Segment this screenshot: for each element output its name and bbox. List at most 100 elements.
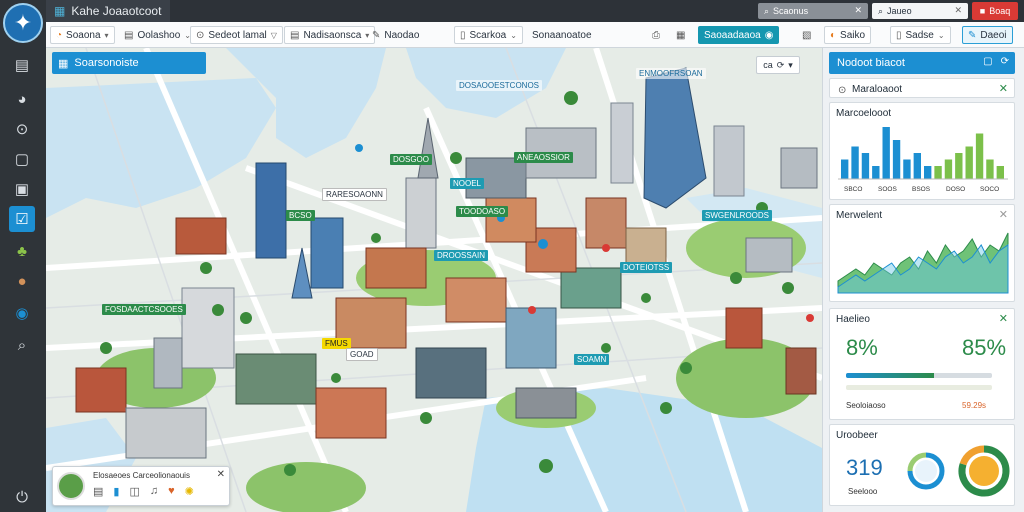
map-label[interactable]: ENMOOFRSOAN [636,68,706,79]
map-label[interactable]: DOSAOOESTCONOS [456,80,543,91]
progress-bar [846,373,992,378]
layers-icon[interactable]: ▤ [9,52,35,78]
toolbar-teal-button[interactable]: Saoaadaaoa ◉ [698,26,780,44]
map-label[interactable]: FOSDAACTCSOOES [102,304,186,315]
music-icon[interactable]: ♫ [150,485,158,498]
bar [955,153,963,179]
toolbar-label: Naodao [384,29,420,41]
bar [924,166,932,179]
toolbar-label: Oolashoo [137,29,181,41]
close-icon[interactable]: ✕ [999,312,1008,325]
close-icon[interactable]: ✕ [854,5,862,16]
donut-charts [907,445,1010,497]
map-label[interactable]: RARESOAONN [322,188,387,201]
bar [996,166,1004,179]
zoom-control[interactable]: ca ⟳ ▾ [756,56,800,74]
chevron-down-icon: ▾ [788,59,793,70]
map-title-bar[interactable]: ▦ Soarsonoiste [52,52,206,74]
bar [872,166,880,179]
map-label[interactable]: ANEAOSSIOR [514,152,573,163]
toolbar-item-sonaanoatoe[interactable]: Sonaanoatoe [526,26,598,44]
check-circle-icon: ◉ [764,29,774,41]
map-label[interactable]: SOAMN [574,354,610,365]
panel-header-actions: ▢ ⟳ [983,56,1009,67]
map-label[interactable]: GOAD [346,348,378,361]
map-label[interactable]: BCSO [286,210,315,221]
toolbar-item-scarkoa[interactable]: ▯ Scarkoa ⌄ [454,26,523,44]
cookie-icon[interactable]: ● [9,268,35,294]
doc-icon[interactable]: ▤ [93,485,103,498]
app-title-text: Kahe Joaaotcoot [71,4,162,18]
compass-icon[interactable]: ⊙ [9,116,35,142]
area-series [837,244,1009,294]
printer-button[interactable]: ⎙ [646,26,666,44]
search-field-dark[interactable]: ⌕ Scaonus ✕ [758,3,868,19]
search-field-light[interactable]: ⌕ Jaueo ✕ [872,3,968,19]
map-canvas[interactable] [46,48,822,512]
document-icon: ▤ [290,29,300,41]
toolbar-label: Saiko [840,29,866,41]
document-icon: ▯ [896,29,902,41]
map-label[interactable]: NOOEL [450,178,485,189]
tree-icon[interactable]: ♣ [9,238,35,264]
toolbar: ◔ Soaona ▾ ▤ Oolashoo ⌄ ⊙ Sedeot lamal ▽… [46,22,1024,48]
toolbar-item-saiko[interactable]: ◐ Saiko [824,26,872,44]
panel-header-title: Nodoot biacot [837,57,905,69]
toolbar-item-sedeot[interactable]: ⊙ Sedeot lamal ▽ [190,26,283,44]
map-label[interactable]: DOSGOO [390,154,433,165]
avatar[interactable] [57,472,85,500]
info-popup[interactable]: Elosaeoes Carceolionaouis ✕ ▤ ▮ ◫ ♫ ♥ ✺ [52,466,230,506]
refresh-icon[interactable]: ⟳ [1001,56,1009,67]
bar [913,153,921,179]
image-button[interactable]: ▦ [670,26,691,44]
compass-logo-icon[interactable]: ✦ [3,3,43,43]
navigation-icon[interactable]: ◉ [9,300,35,326]
zoom-label: ca [763,60,773,70]
bar [841,159,849,179]
progress-fill [846,373,934,378]
document-icon[interactable]: ▢ [9,146,35,172]
bulb-icon[interactable]: ✺ [185,485,194,498]
tick-label: SOOS [878,186,897,193]
circle-icon: ◐ [830,29,837,41]
image-icon[interactable]: ▣ [9,176,35,202]
close-window-button[interactable]: ■ Boaq [972,2,1018,20]
map-label[interactable]: DROOSSAIN [434,250,489,261]
toolbar-label: Scarkoa [469,29,507,41]
clock-icon: ◔ [56,29,63,41]
toolbar-item-nadisaonsca[interactable]: ▤ Nadisaonsca ▾ [284,26,376,44]
search-dark-text: Scaonus [773,6,809,16]
close-icon[interactable]: ✕ [999,82,1008,95]
map-label[interactable]: SWGENLROODS [702,210,773,221]
stat-right: 85% [962,335,1007,360]
map-label[interactable]: DOTEIOTSS [620,262,673,273]
refresh-icon: ⟳ [776,59,785,70]
toolbar-item-oolashoo[interactable]: ▤ Oolashoo ⌄ [118,26,197,44]
chat-icon[interactable]: ◫ [129,485,139,498]
heart-icon[interactable]: ♥ [168,485,175,498]
power-icon[interactable]: ⏻ [9,484,35,510]
map-label[interactable]: TOODOASO [456,206,509,217]
close-icon[interactable]: ✕ [217,469,225,480]
checklist-icon[interactable]: ☑ [9,206,35,232]
card-maratoiat[interactable]: ⊙ Maraloaoot ✕ [829,78,1015,98]
toolbar-item-naodao[interactable]: ✎ Naodao [366,26,425,44]
doc-blue-icon[interactable]: ▮ [113,485,119,498]
chevron-down-icon: ⌄ [937,30,945,40]
edit-icon: ✎ [372,29,381,41]
bar [882,127,890,179]
image-icon: ▦ [676,29,686,41]
bar [944,159,953,179]
toolbar-item-sadse[interactable]: ▯ Sadse ⌄ [890,26,951,44]
bar [986,159,994,179]
close-icon[interactable]: ✕ [954,5,962,16]
lock-icon[interactable]: ▢ [983,56,992,67]
popup-label: Elosaeoes Carceolionaouis [93,471,190,480]
toolbar-item-daeoi[interactable]: ✎ Daeoi [962,26,1013,44]
map-icon: ▦ [58,57,69,70]
toolbar-item-soaona[interactable]: ◔ Soaona ▾ [50,26,115,44]
globe-icon[interactable]: ◕ [9,86,35,112]
city-map[interactable]: ▦ Soarsonoiste ca ⟳ ▾ ENMOOFRSOAN DOSAOO… [46,48,822,512]
search-location-icon[interactable]: ⌕ [9,332,35,358]
clipboard-button[interactable]: ▧ [796,26,817,44]
